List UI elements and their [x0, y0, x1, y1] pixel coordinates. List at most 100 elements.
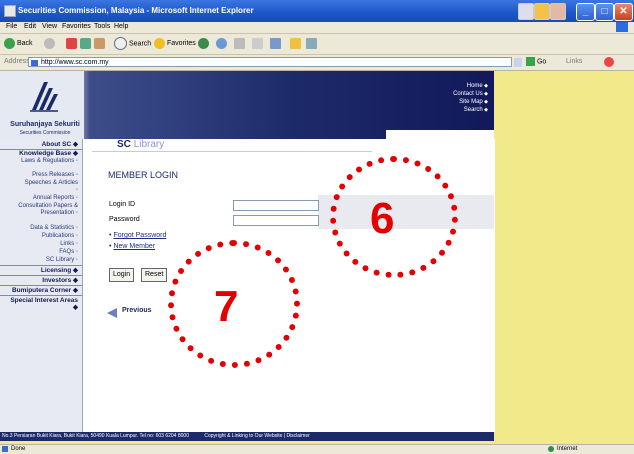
back-arrow-icon [4, 37, 15, 49]
page-icon [31, 60, 38, 66]
discuss-button[interactable] [290, 37, 303, 51]
tray-icon-3[interactable] [550, 3, 566, 20]
previous-link[interactable]: Previous [122, 307, 152, 314]
sidebar-item-consultation[interactable]: Consultation Papers & Presentation ◦ [12, 203, 78, 217]
new-member-link[interactable]: • New Member [109, 243, 155, 250]
address-input[interactable]: http://www.sc.com.my [28, 57, 512, 67]
top-link-search[interactable]: Search [400, 106, 488, 114]
stop-button[interactable] [66, 37, 79, 51]
tray-icon-2[interactable] [534, 3, 550, 20]
login-button[interactable]: Login [109, 268, 135, 282]
mail-icon [234, 37, 245, 49]
menu-help[interactable]: Help [114, 23, 128, 30]
sidebar: About SC ◆ Knowledge Base ◆ Laws & Regul… [0, 139, 83, 432]
links-button[interactable]: Links [566, 58, 582, 65]
home-icon [94, 37, 105, 49]
mail-button[interactable] [234, 37, 247, 51]
page-title: MEMBER LOGIN [108, 170, 179, 180]
search-icon [114, 37, 127, 50]
edit-icon [270, 37, 281, 49]
messenger-button[interactable] [306, 37, 319, 51]
messenger-icon [306, 37, 317, 49]
forgot-password-link[interactable]: • Forgot Password [109, 232, 166, 239]
folder-icon [290, 37, 301, 49]
favorites-button[interactable]: Favorites [154, 37, 196, 51]
sidebar-item-laws[interactable]: Laws & Regulations ◦ [18, 158, 78, 165]
media-icon [198, 37, 209, 49]
top-link-home[interactable]: Home [400, 82, 488, 90]
footer-links[interactable]: Copyright & Linking to Our Website | Dis… [204, 433, 309, 439]
refresh-button[interactable] [80, 37, 93, 51]
sidebar-item-press[interactable]: Press Releases ◦ [32, 172, 78, 179]
go-button[interactable]: Go [526, 57, 546, 68]
sidebar-item-faqs[interactable]: FAQs ◦ [59, 249, 78, 256]
sidebar-item-special-interest[interactable]: Special Interest Areas ◆ [8, 297, 78, 311]
menu-view[interactable]: View [42, 23, 57, 30]
home-button[interactable] [94, 37, 107, 51]
menu-tools[interactable]: Tools [94, 23, 110, 30]
zone-text: Internet [557, 446, 578, 452]
sidebar-item-data-statistics[interactable]: Data & Statistics ◦ [30, 225, 78, 232]
forward-button[interactable] [44, 37, 57, 51]
sidebar-item-bumiputera[interactable]: Bumiputera Corner ◆ [12, 287, 78, 294]
history-icon [216, 37, 227, 49]
sidebar-divider [0, 295, 82, 296]
sidebar-item-licensing[interactable]: Licensing ◆ [41, 267, 78, 274]
address-bar: Address http://www.sc.com.my Go Links [0, 55, 634, 71]
top-links: Home Contact Us Site Map Search [400, 82, 488, 114]
edit-button[interactable] [270, 37, 283, 51]
history-button[interactable] [216, 37, 229, 51]
sidebar-divider [0, 275, 82, 276]
login-id-input[interactable] [233, 200, 319, 211]
sidebar-item-publications[interactable]: Publications ◦ [42, 233, 78, 240]
reset-button[interactable]: Reset [141, 268, 168, 282]
media-button[interactable] [198, 37, 211, 51]
menu-edit[interactable]: Edit [24, 23, 36, 30]
addon-icon[interactable] [604, 57, 614, 67]
minimize-button[interactable]: _ [576, 3, 595, 21]
ie-app-icon [4, 5, 16, 17]
top-link-contact[interactable]: Contact Us [400, 90, 488, 98]
star-icon [154, 37, 165, 49]
top-link-sitemap[interactable]: Site Map [400, 98, 488, 106]
toolbar: Back Search Favorites [0, 34, 634, 55]
maximize-button[interactable]: □ [595, 3, 614, 21]
menu-favorites[interactable]: Favorites [62, 23, 91, 30]
status-text: Done [11, 446, 26, 452]
bullet-icon: • [109, 243, 112, 250]
internet-zone-icon [548, 446, 554, 452]
annotation-number-6: 6 [370, 194, 395, 243]
password-label: Password [109, 216, 140, 223]
go-arrow-icon [526, 57, 535, 66]
sidebar-item-links[interactable]: Links ◦ [60, 241, 78, 248]
refresh-icon [80, 37, 91, 49]
print-button[interactable] [252, 37, 265, 51]
back-button[interactable]: Back [4, 37, 33, 51]
previous-arrow-icon[interactable] [107, 308, 117, 318]
tray-icon-1[interactable] [518, 3, 534, 20]
address-label: Address [4, 58, 30, 65]
print-icon [252, 37, 263, 49]
search-button[interactable]: Search [114, 37, 151, 51]
menu-file[interactable]: File [6, 23, 17, 30]
sidebar-item-speeches[interactable]: Speeches & Articles ◦ [22, 180, 78, 194]
sidebar-item-sc-library[interactable]: SC Library ◦ [46, 257, 78, 264]
page-status-icon [2, 446, 8, 452]
sidebar-item-annual-reports[interactable]: Annual Reports ◦ [33, 195, 78, 202]
window-title-bar[interactable]: Securities Commission, Malaysia - Micros… [0, 0, 634, 22]
address-dropdown-icon[interactable] [514, 58, 522, 67]
section-heading: SC Library [117, 139, 165, 150]
close-button[interactable]: ✕ [614, 3, 633, 21]
sidebar-item-investors[interactable]: Investors ◆ [42, 277, 78, 284]
password-input[interactable] [233, 215, 319, 226]
sidebar-divider [0, 285, 82, 286]
window-title: Securities Commission, Malaysia - Micros… [18, 6, 254, 15]
bullet-icon: • [109, 232, 112, 239]
menu-bar: File Edit View Favorites Tools Help [0, 22, 634, 34]
sidebar-item-about[interactable]: About SC ◆ [42, 141, 78, 148]
sc-logo-icon[interactable] [28, 80, 60, 114]
org-name: Suruhanjaya Sekuriti [10, 121, 80, 128]
annotation-number-7: 7 [214, 282, 239, 331]
sidebar-item-knowledge-base[interactable]: Knowledge Base ◆ [19, 150, 78, 157]
forward-arrow-icon [44, 37, 55, 49]
